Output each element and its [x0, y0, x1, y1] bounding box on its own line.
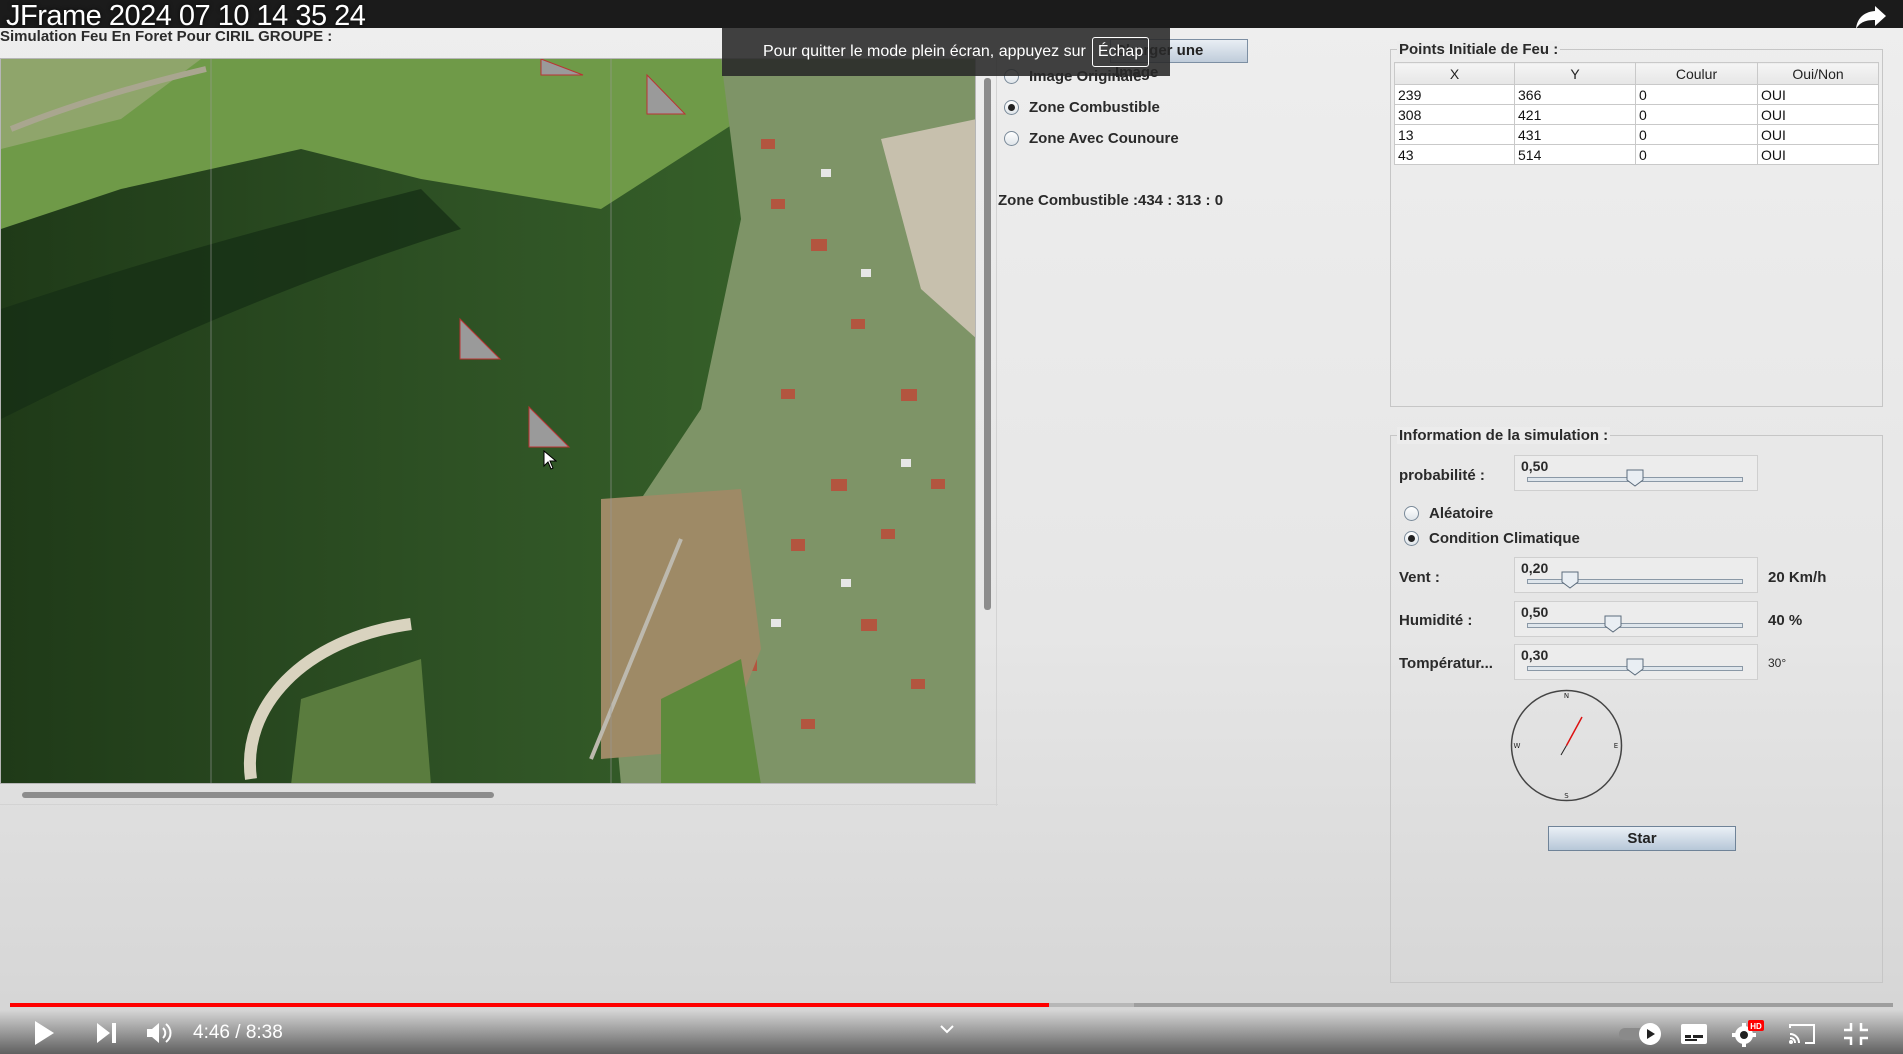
table-cell[interactable]: 0 — [1635, 144, 1758, 165]
table-row[interactable]: 43 514 0 OUI — [1394, 144, 1879, 165]
column-header[interactable]: Oui/Non — [1757, 62, 1879, 85]
satellite-map-image — [1, 59, 975, 783]
current-time: 4:46 — [193, 1022, 230, 1043]
hd-badge: HD — [1750, 1022, 1762, 1031]
autoplay-toggle-icon[interactable] — [1618, 1022, 1664, 1046]
compass-s: S — [1564, 792, 1569, 800]
table-cell[interactable]: 366 — [1514, 84, 1636, 105]
table-cell[interactable]: 0 — [1635, 104, 1758, 125]
table-cell[interactable]: OUI — [1757, 84, 1879, 105]
humidite-label: Humidité : — [1399, 612, 1473, 629]
radio-label: Condition Climatique — [1429, 530, 1580, 547]
radio-button-icon[interactable] — [1404, 531, 1419, 546]
vent-label: Vent : — [1399, 569, 1440, 586]
vent-slider[interactable]: 0,20 — [1514, 557, 1758, 593]
compass-needle-tail — [1560, 745, 1567, 756]
next-icon[interactable] — [96, 1022, 118, 1044]
radio-aleatoire[interactable]: Aléatoire — [1404, 505, 1493, 522]
time-separator: / — [229, 1022, 246, 1043]
video-frame: JFrame 2024 07 10 14 35 24 Simulation Fe… — [0, 0, 1903, 1054]
column-header[interactable]: X — [1394, 62, 1515, 85]
slider-thumb-icon[interactable] — [1626, 469, 1644, 487]
table-cell[interactable]: 421 — [1514, 104, 1636, 125]
slider-value: 0,50 — [1521, 604, 1549, 620]
panel-divider — [996, 58, 997, 806]
slider-value: 0,30 — [1521, 647, 1549, 663]
vent-unit: 20 Km/h — [1768, 569, 1827, 586]
table-cell[interactable]: OUI — [1757, 144, 1879, 165]
map-vertical-scrollbar[interactable] — [984, 78, 991, 610]
wind-compass-icon: N S E W — [1510, 689, 1623, 802]
slider-track[interactable] — [1527, 623, 1743, 628]
compass-needle — [1565, 716, 1583, 746]
slider-value: 0,50 — [1521, 458, 1549, 474]
radio-label: Zone Avec Counoure — [1029, 130, 1179, 147]
start-simulation-button[interactable]: Star — [1548, 826, 1736, 851]
share-icon[interactable] — [1855, 4, 1887, 30]
map-horizontal-scrollbar[interactable] — [22, 792, 494, 798]
table-cell[interactable]: 0 — [1635, 124, 1758, 145]
time-display: 4:46 / 8:38 — [193, 1022, 283, 1044]
panel-divider-bottom — [0, 804, 998, 805]
table-cell[interactable]: 514 — [1514, 144, 1636, 165]
fullscreen-toast: Pour quitter le mode plein écran, appuye… — [722, 28, 1170, 76]
radio-zone-avec-counoure[interactable]: Zone Avec Counoure — [1004, 130, 1179, 147]
slider-thumb-icon[interactable] — [1604, 615, 1622, 633]
compass-n: N — [1564, 692, 1569, 700]
table-row[interactable]: 239 366 0 OUI — [1394, 84, 1879, 105]
probabilite-label: probabilité : — [1399, 467, 1485, 484]
slider-thumb-icon[interactable] — [1626, 658, 1644, 676]
column-header[interactable]: Coulur — [1635, 62, 1758, 85]
group-legend: Points Initiale de Feu : — [1397, 41, 1561, 58]
temperature-unit: 30° — [1768, 656, 1787, 670]
chevron-down-icon[interactable] — [940, 1024, 954, 1034]
humidite-unit: 40 % — [1768, 612, 1803, 629]
slider-value: 0,20 — [1521, 560, 1549, 576]
slider-thumb-icon[interactable] — [1561, 571, 1579, 589]
table-cell[interactable]: 43 — [1394, 144, 1515, 165]
points-initiale-group: Points Initiale de Feu : X Y Coulur Oui/… — [1390, 41, 1883, 407]
play-icon[interactable] — [32, 1020, 56, 1046]
table-cell[interactable]: 239 — [1394, 84, 1515, 105]
probabilite-slider[interactable]: 0,50 — [1514, 455, 1758, 491]
exit-fullscreen-icon[interactable] — [1843, 1022, 1869, 1046]
map-viewport[interactable] — [0, 58, 976, 784]
humidite-slider[interactable]: 0,50 — [1514, 601, 1758, 637]
table-cell[interactable]: 431 — [1514, 124, 1636, 145]
compass-w: W — [1514, 742, 1521, 750]
duration: 8:38 — [245, 1022, 283, 1043]
compass-e: E — [1614, 742, 1618, 750]
group-legend: Information de la simulation : — [1397, 427, 1611, 444]
table-row[interactable]: 13 431 0 OUI — [1394, 124, 1879, 145]
table-cell[interactable]: 13 — [1394, 124, 1515, 145]
radio-label: Aléatoire — [1429, 505, 1494, 522]
zone-combustible-info: Zone Combustible :434 : 313 : 0 — [998, 192, 1224, 209]
table-cell[interactable]: 308 — [1394, 104, 1515, 125]
column-header[interactable]: Y — [1514, 62, 1636, 85]
video-title: JFrame 2024 07 10 14 35 24 — [6, 0, 366, 32]
table-cell[interactable]: 0 — [1635, 84, 1758, 105]
table-row[interactable]: 308 421 0 OUI — [1394, 104, 1879, 125]
settings-gear-icon[interactable]: HD — [1730, 1020, 1764, 1048]
table-cell[interactable]: OUI — [1757, 104, 1879, 125]
points-table: X Y Coulur Oui/Non 239 366 0 OUI 308 421… — [1394, 62, 1879, 165]
escape-key-badge: Échap — [1091, 37, 1150, 67]
table-header-row: X Y Coulur Oui/Non — [1394, 62, 1879, 85]
radio-button-icon[interactable] — [1004, 100, 1019, 115]
mouse-cursor-icon — [543, 450, 557, 470]
volume-icon[interactable] — [146, 1021, 174, 1045]
radio-label: Zone Combustible — [1029, 99, 1160, 116]
cast-icon[interactable] — [1788, 1022, 1816, 1046]
toast-text: Pour quitter le mode plein écran, appuye… — [763, 43, 1086, 60]
radio-condition-climatique[interactable]: Condition Climatique — [1404, 530, 1580, 547]
radio-button-icon[interactable] — [1004, 131, 1019, 146]
radio-zone-combustible[interactable]: Zone Combustible — [1004, 99, 1160, 116]
temperature-label: Tompératur... — [1399, 655, 1493, 672]
radio-button-icon[interactable] — [1404, 506, 1419, 521]
slider-track[interactable] — [1527, 579, 1743, 584]
table-cell[interactable]: OUI — [1757, 124, 1879, 145]
subtitles-icon[interactable] — [1680, 1023, 1708, 1045]
progress-played — [10, 1003, 1050, 1007]
temperature-slider[interactable]: 0,30 — [1514, 644, 1758, 680]
